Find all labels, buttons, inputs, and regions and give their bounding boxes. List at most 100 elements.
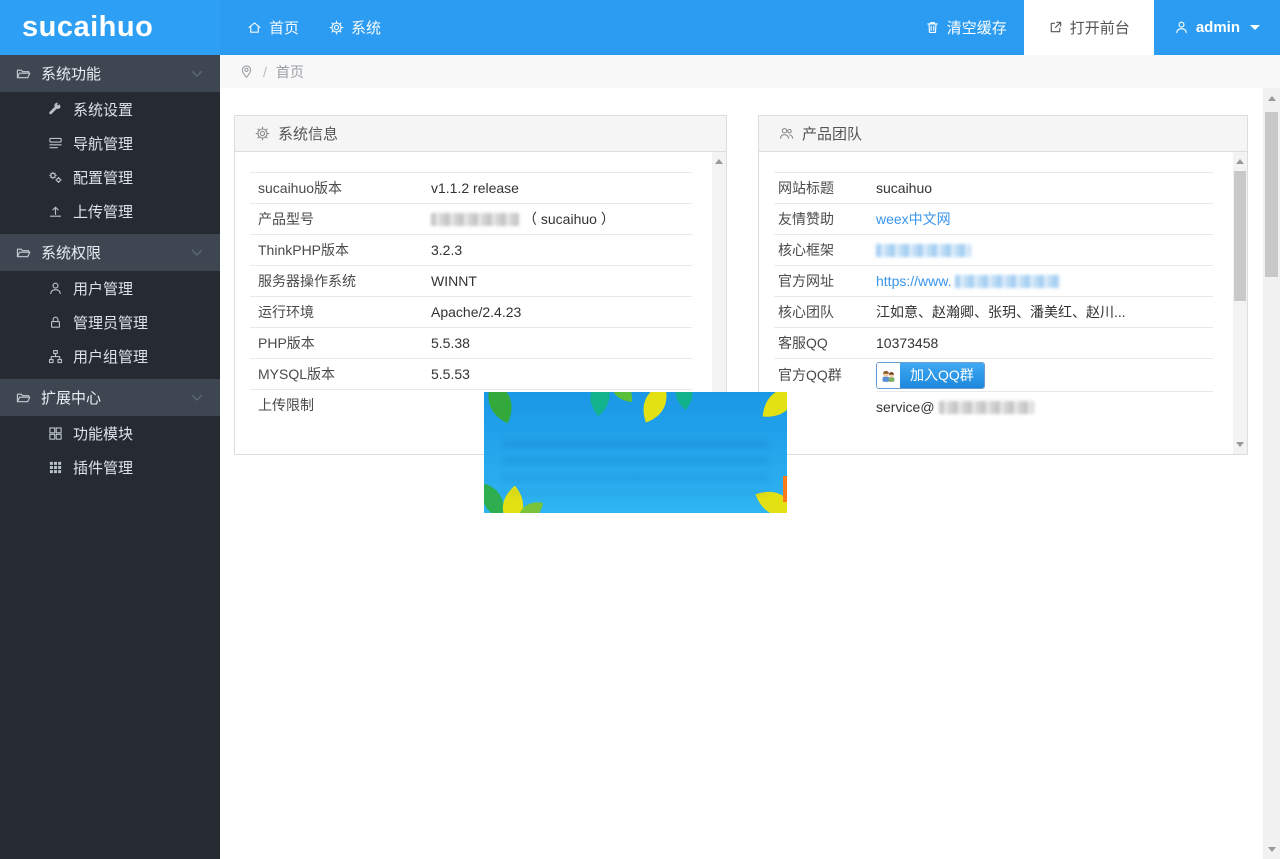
row-label: 友情赞助 [774,209,876,229]
sidebar-item-system-settings[interactable]: 系统设置 [0,92,220,126]
th-large-icon [48,426,63,441]
top-bar-right: 清空缓存 打开前台 admin [908,0,1280,55]
scroll-up-button[interactable] [1263,90,1280,106]
product-team-panel-header: 产品团队 [759,116,1247,152]
lock-icon [48,315,63,330]
join-qq-group-button[interactable]: 加入QQ群 [876,362,985,389]
logo[interactable]: sucaihuo [0,0,220,55]
sidebar-item-user-groups[interactable]: 用户组管理 [0,339,220,373]
row-value-suffix: （ sucaihuo ） [523,209,615,229]
map-marker-icon [239,64,254,79]
sidebar-item-label: 管理员管理 [73,312,148,333]
row-value: sucaihuo [876,180,1213,196]
redacted-text [955,275,1060,288]
sidebar: 系统功能 系统设置 导航管理 配置管理 上传管理 系统权限 用户管理 [0,55,220,859]
nav-item-system[interactable]: 系统 [314,0,396,55]
sidebar-group-label: 系统功能 [41,63,101,84]
sidebar-group-extension-center[interactable]: 扩展中心 [0,379,220,416]
trash-icon [925,20,940,35]
table-row: 运行环境 Apache/2.4.23 [250,296,692,327]
redacted-text [939,401,1034,414]
chevron-down-icon [190,391,204,405]
folder-icon [16,390,31,405]
sidebar-item-navigation[interactable]: 导航管理 [0,126,220,160]
table-row: service@ [774,391,1213,422]
scroll-up-button[interactable] [712,154,726,169]
sidebar-item-users[interactable]: 用户管理 [0,271,220,305]
row-label: MYSQL版本 [250,364,431,384]
logo-text: sucaihuo [22,11,153,44]
upload-icon [48,204,63,219]
caret-down-icon [1250,25,1260,30]
row-value: Apache/2.4.23 [431,304,692,320]
breadcrumb-separator: / [263,64,267,80]
table-row: sucaihuo版本 v1.1.2 release [250,172,692,203]
th-icon [48,460,63,475]
gear-icon [329,20,344,35]
scroll-down-button[interactable] [1263,841,1280,857]
row-label: 服务器操作系统 [250,271,431,291]
row-label: 产品型号 [250,209,431,229]
window-scrollbar[interactable] [1263,88,1280,859]
official-site-link[interactable]: https://www. [876,273,951,289]
row-label [774,391,876,422]
row-value: （ sucaihuo ） [431,209,692,229]
external-link-icon [1048,20,1063,35]
navbar-icon [48,136,63,151]
nav-item-label: 系统 [351,17,381,38]
row-value: 3.2.3 [431,242,692,258]
home-icon [247,20,262,35]
sidebar-sublist: 系统设置 导航管理 配置管理 上传管理 [0,92,220,234]
join-qq-group-label: 加入QQ群 [900,363,984,388]
sidebar-item-label: 功能模块 [73,423,133,444]
sidebar-group-system-permissions[interactable]: 系统权限 [0,234,220,271]
open-frontend-button[interactable]: 打开前台 [1024,0,1154,55]
nav-item-home[interactable]: 首页 [232,0,314,55]
sidebar-item-admins[interactable]: 管理员管理 [0,305,220,339]
scroll-down-button[interactable] [1233,437,1247,452]
table-row: 友情赞助 weex中文网 [774,203,1213,234]
user-icon [48,281,63,296]
row-label: 核心团队 [774,302,876,322]
promo-image [484,392,787,513]
nav-item-label: 首页 [269,17,299,38]
table-row: 官方QQ群 [774,358,1213,391]
gears-icon [48,170,63,185]
email-prefix: service@ [876,399,935,415]
gear-icon [255,126,270,141]
sidebar-sublist: 用户管理 管理员管理 用户组管理 [0,271,220,379]
sidebar-item-label: 系统设置 [73,99,133,120]
breadcrumb-home-link[interactable]: 首页 [276,62,304,82]
panel-title: 系统信息 [278,123,338,144]
table-row: MYSQL版本 5.5.53 [250,358,692,389]
sidebar-group-label: 系统权限 [41,242,101,263]
breadcrumb: / 首页 [220,55,1280,88]
link-prefix: https://www. [876,273,951,289]
product-team-panel-body: 网站标题 sucaihuo 友情赞助 weex中文网 核心框架 [759,152,1247,454]
sidebar-item-upload[interactable]: 上传管理 [0,194,220,228]
panel-scrollbar[interactable] [1233,152,1247,454]
row-label: PHP版本 [250,333,431,353]
sidebar-item-plugins[interactable]: 插件管理 [0,450,220,484]
sidebar-item-modules[interactable]: 功能模块 [0,416,220,450]
row-label: 官方QQ群 [774,365,876,385]
users-icon [779,126,794,141]
sidebar-sublist: 功能模块 插件管理 [0,416,220,490]
scroll-up-button[interactable] [1233,154,1247,169]
clear-cache-button[interactable]: 清空缓存 [908,0,1024,55]
sponsor-link[interactable]: weex中文网 [876,209,951,229]
row-label: 客服QQ [774,333,876,353]
product-team-panel: 产品团队 网站标题 sucaihuo 友情赞助 weex中文网 核心 [758,115,1248,455]
qq-group-avatar-icon [877,363,900,388]
row-value [876,244,1213,257]
row-value: v1.1.2 release [431,180,692,196]
sidebar-item-config[interactable]: 配置管理 [0,160,220,194]
scrollbar-thumb[interactable] [1265,112,1278,277]
row-value: service@ [876,391,1213,422]
user-menu[interactable]: admin [1154,0,1280,55]
sidebar-group-system-functions[interactable]: 系统功能 [0,55,220,92]
image-edge-artifact [783,476,787,502]
scrollbar-thumb[interactable] [1234,171,1246,301]
row-value: 江如意、赵瀚卿、张玥、潘美红、赵川... [876,302,1213,322]
top-nav: 首页 系统 [232,0,396,55]
